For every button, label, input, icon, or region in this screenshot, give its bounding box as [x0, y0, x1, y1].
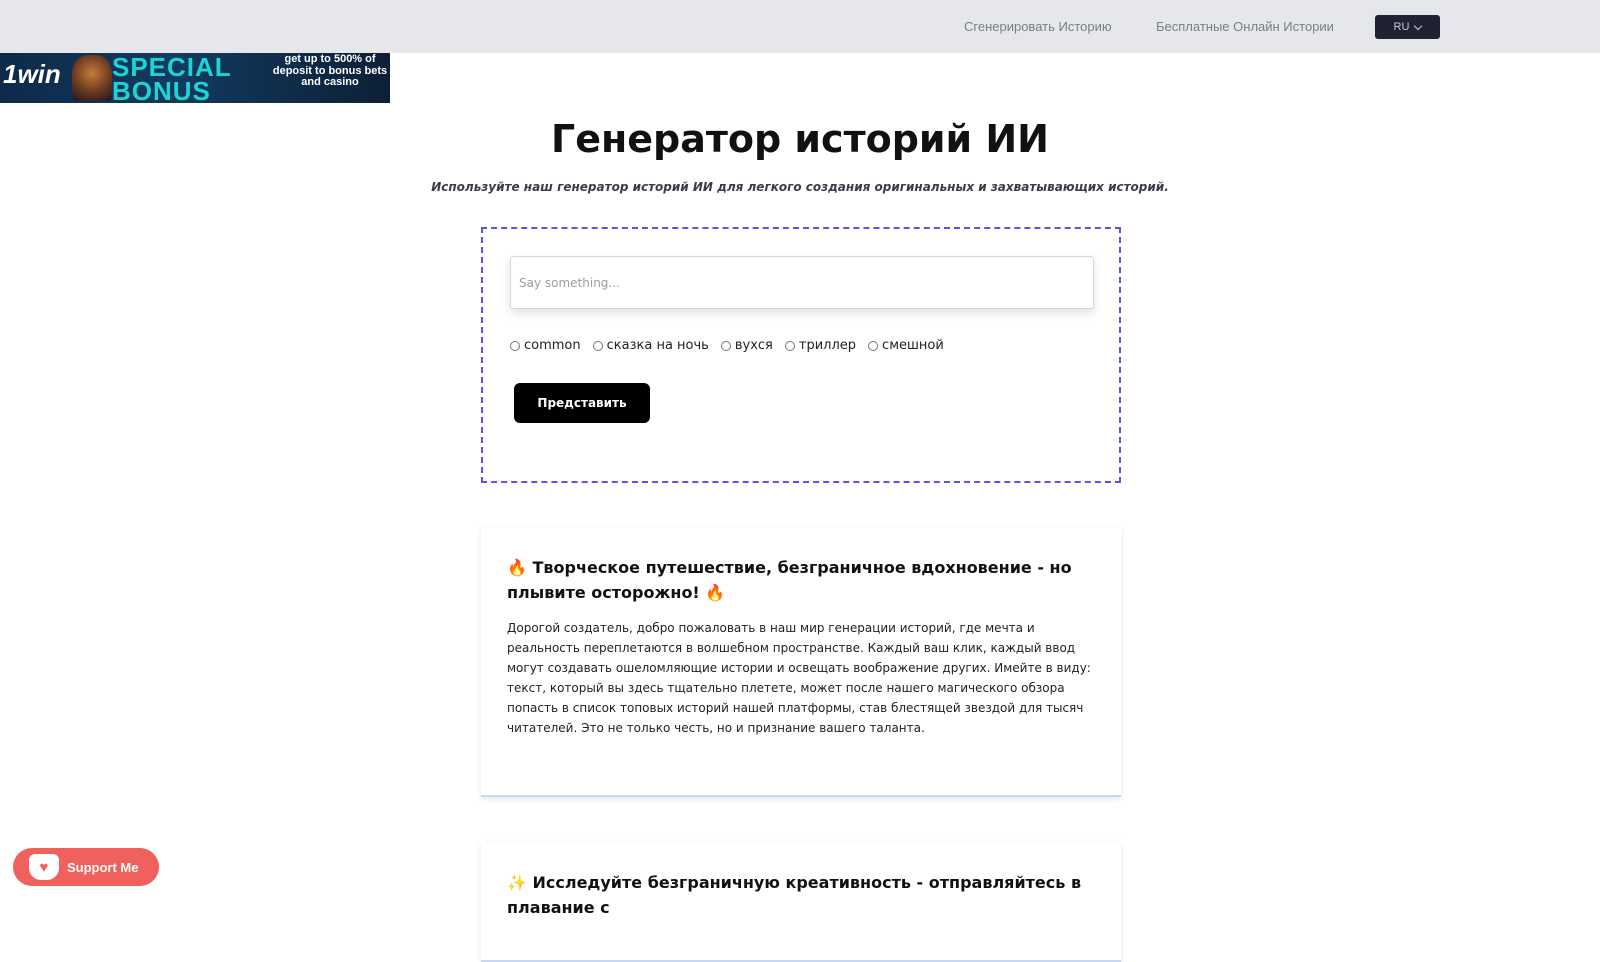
ad-banner[interactable]: 1win SPECIAL BONUS get up to 500% of dep… — [0, 53, 390, 103]
language-code: RU — [1393, 21, 1410, 33]
genre-label: триллер — [798, 338, 857, 353]
ad-headline: SPECIAL BONUS — [112, 54, 232, 103]
ad-character-image — [72, 55, 112, 101]
sparkles-icon: ✨ — [507, 873, 527, 892]
radio-button[interactable] — [784, 340, 795, 351]
page-title: Генератор историй ИИ — [551, 117, 1049, 161]
ad-small-text: get up to 500% of deposit to bonus bets … — [272, 53, 388, 88]
genre-option-thriller[interactable]: триллер — [784, 338, 857, 353]
ad-headline-line-2: BONUS — [112, 76, 211, 103]
genre-label: смешной — [882, 338, 944, 353]
top-navbar: Сгенерировать Историю Бесплатные Онлайн … — [0, 0, 1600, 53]
submit-button[interactable]: Представить — [514, 383, 650, 423]
card-body: Дорогой создатель, добро пожаловать в на… — [507, 621, 1091, 735]
ad-brand-logo: 1win — [3, 59, 61, 89]
info-card: ✨ Исследуйте безграничную креативность -… — [481, 842, 1121, 962]
card-title-text: Творческое путешествие, безграничное вдо… — [507, 558, 1072, 602]
genre-option-funny[interactable]: смешной — [868, 338, 944, 353]
page-subtitle: Используйте наш генератор историй ИИ для… — [431, 180, 1169, 194]
genre-option-common[interactable]: common — [510, 338, 581, 353]
card-title: 🔥 Творческое путешествие, безграничное в… — [507, 555, 1097, 605]
genre-option-bedtime[interactable]: сказка на ночь — [592, 338, 709, 353]
nav-link-generate-story[interactable]: Сгенерировать Историю — [964, 19, 1112, 34]
info-card: 🔥 Творческое путешествие, безграничное в… — [481, 527, 1121, 797]
radio-button[interactable] — [868, 340, 879, 351]
story-prompt-input[interactable] — [510, 256, 1094, 309]
support-label: Support Me — [67, 859, 139, 875]
radio-button[interactable] — [720, 340, 731, 351]
radio-button[interactable] — [592, 340, 603, 351]
nav-link-free-online-stories[interactable]: Бесплатные Онлайн Истории — [1156, 19, 1334, 34]
card-title: ✨ Исследуйте безграничную креативность -… — [507, 870, 1097, 920]
ko-fi-cup-icon: ♥ — [29, 854, 59, 880]
genre-label: сказка на ночь — [606, 338, 709, 353]
chevron-down-icon — [1414, 21, 1423, 30]
genre-radio-group: common сказка на ночь вухся триллер смеш… — [510, 338, 944, 353]
fire-icon: 🔥 — [507, 558, 527, 577]
fire-icon: 🔥 — [705, 583, 726, 602]
story-generator-form: common сказка на ночь вухся триллер смеш… — [481, 227, 1121, 483]
radio-button[interactable] — [510, 340, 520, 351]
card-title-text: Исследуйте безграничную креативность - о… — [507, 873, 1082, 917]
genre-label: common — [524, 338, 581, 353]
language-selector[interactable]: RU — [1375, 15, 1440, 39]
support-me-button[interactable]: ♥ Support Me — [13, 848, 159, 886]
genre-option-wuxia[interactable]: вухся — [720, 338, 773, 353]
genre-label: вухся — [734, 338, 773, 353]
